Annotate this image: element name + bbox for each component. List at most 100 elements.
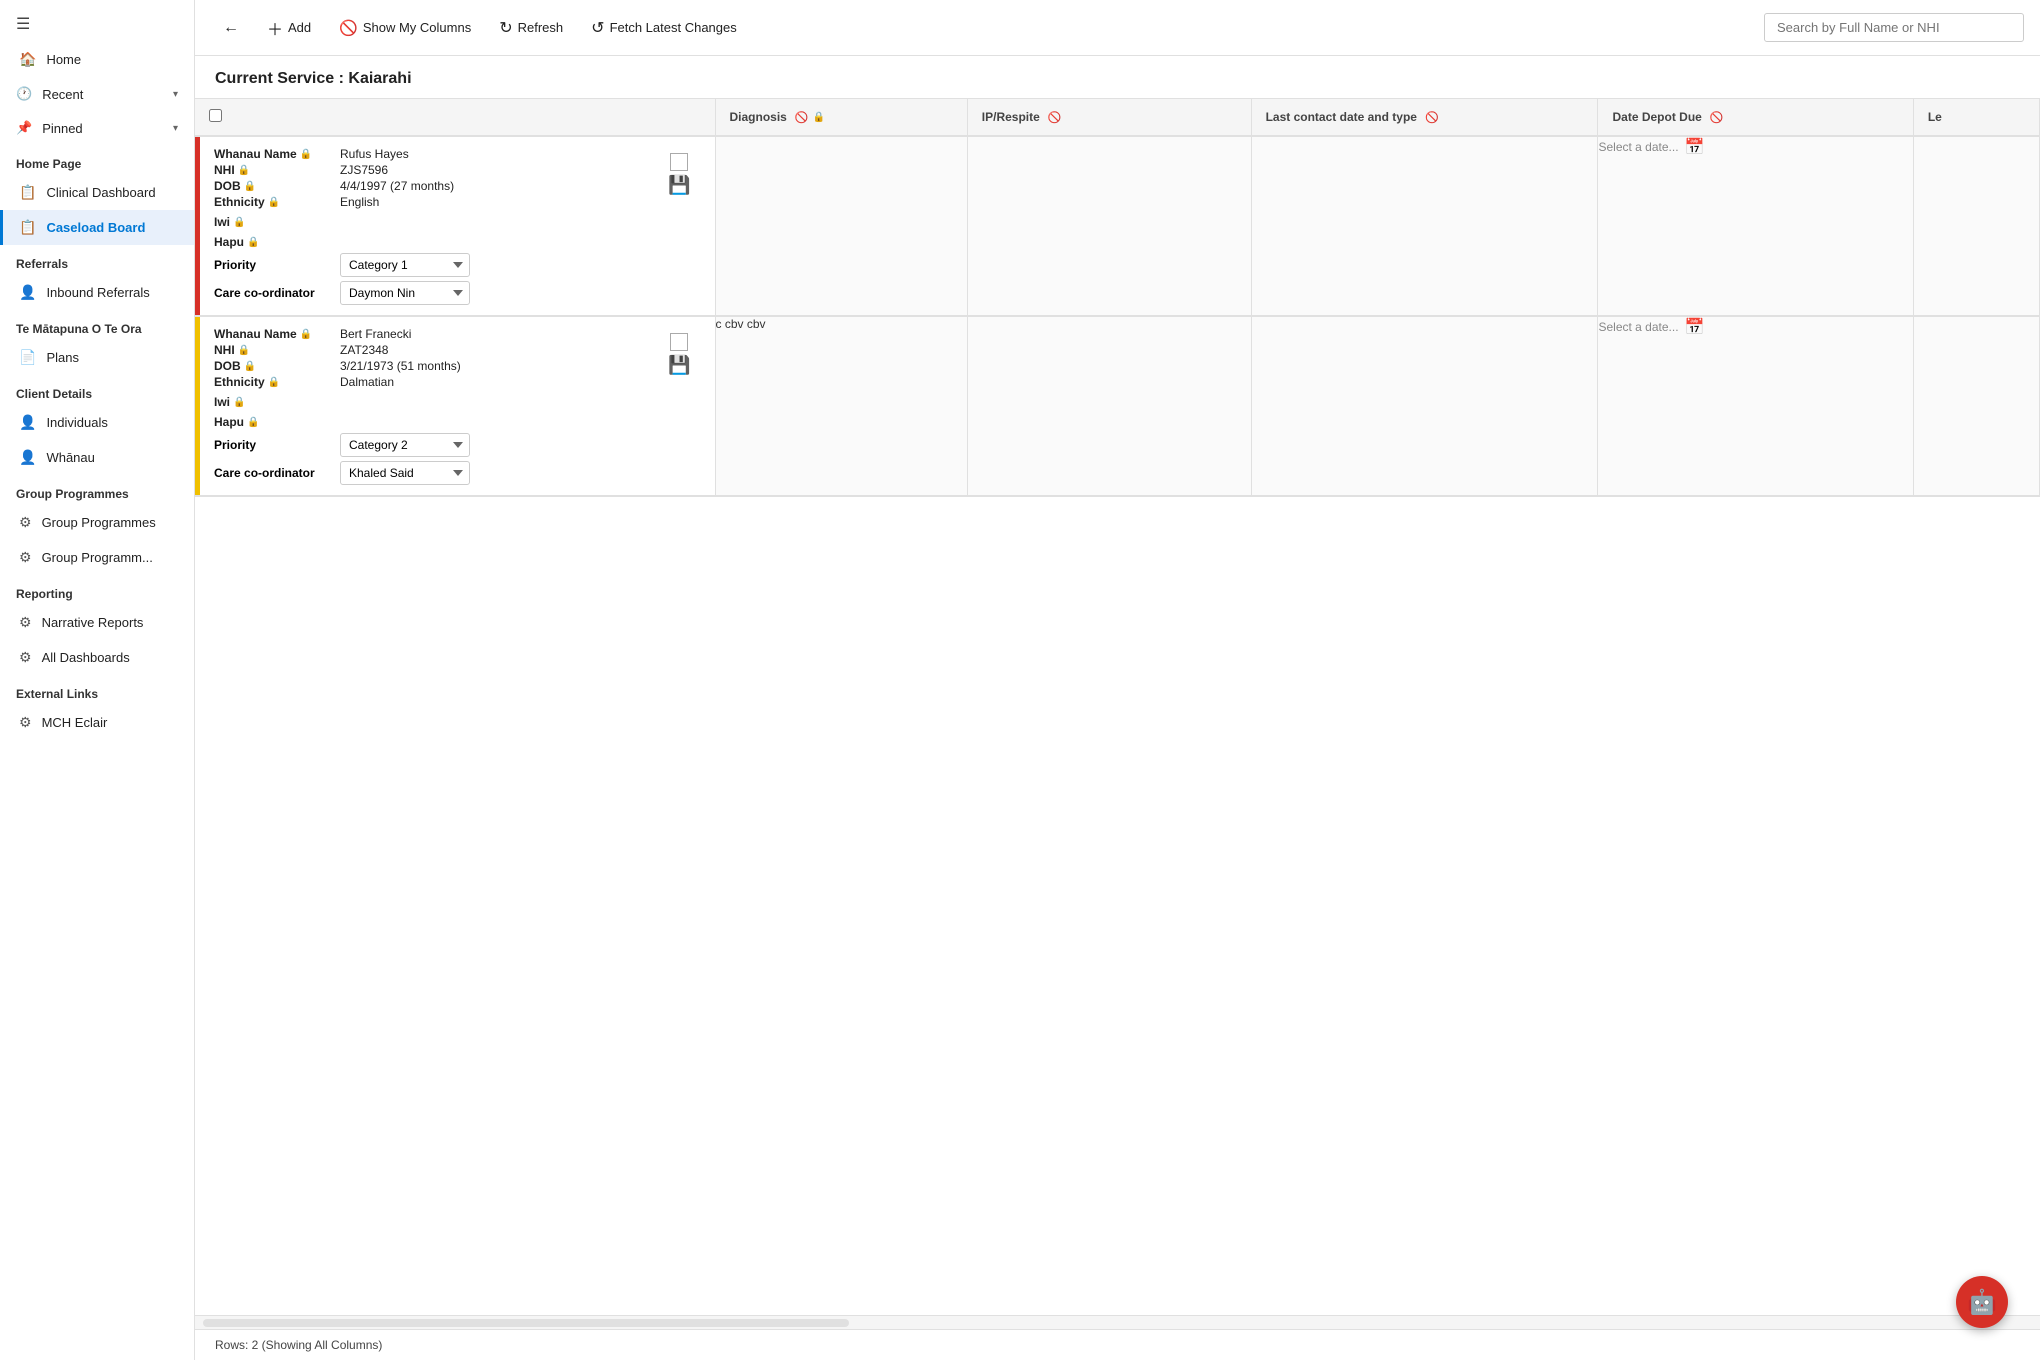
ip-respite-cell-2 [967,316,1251,496]
sidebar-item-all-dashboards[interactable]: ⚙ All Dashboards [0,640,194,675]
section-label-group-programmes: Group Programmes [0,475,194,505]
main-content: ← ＋ Add 🚫 Show My Columns ↻ Refresh ↺ Fe… [195,0,2040,1360]
dob-label-1: DOB 🔒 [214,179,334,193]
th-ip-respite-label: IP/Respite [982,110,1040,124]
hide-date-depot-icon[interactable]: 🚫 [1710,111,1724,124]
sidebar-item-clinical-dashboard[interactable]: 📋 Clinical Dashboard [0,175,194,210]
rows-summary: Rows: 2 (Showing All Columns) [215,1338,382,1352]
data-table-wrapper[interactable]: Diagnosis 🚫 🔒 IP/Respite 🚫 [195,98,2040,1315]
sidebar-item-label: Group Programm... [42,550,153,565]
row-checkbox-1[interactable] [670,153,688,171]
sidebar-item-whanau[interactable]: 👤 Whānau [0,440,194,475]
recent-icon: 🕐 [16,86,32,102]
depot-due-cell-1[interactable]: Select a date... 📅 [1598,136,1913,316]
fetch-label: Fetch Latest Changes [610,20,737,35]
back-icon: ← [223,19,239,37]
content-area: Current Service : Kaiarahi Diagnosis 🚫 🔒 [195,56,2040,1360]
group-icon-2: ⚙ [19,549,32,566]
priority-select-1[interactable]: Category 1 Category 2 Category 3 [340,253,470,277]
sidebar-item-inbound-referrals[interactable]: 👤 Inbound Referrals [0,275,194,310]
hapu-label-2: Hapu 🔒 [214,415,334,429]
th-extra-label: Le [1928,110,1942,124]
footer-rows-summary: Rows: 2 (Showing All Columns) [195,1329,2040,1360]
sidebar-item-caseload-board[interactable]: 📋 Caseload Board [0,210,194,245]
depot-due-cell-2[interactable]: Select a date... 📅 [1598,316,1913,496]
chat-fab-button[interactable]: 🤖 [1956,1276,2008,1328]
th-extra: Le [1913,99,2039,136]
hide-diagnosis-icon[interactable]: 🚫 [795,111,809,124]
sidebar-item-group-programmes-2[interactable]: ⚙ Group Programm... [0,540,194,575]
show-columns-label: Show My Columns [363,20,471,35]
show-columns-button[interactable]: 🚫 Show My Columns [327,13,483,43]
ethnicity-label-2: Ethnicity 🔒 [214,375,334,389]
sidebar-item-narrative-reports[interactable]: ⚙ Narrative Reports [0,605,194,640]
care-coord-select-2[interactable]: Khaled Said [340,461,470,485]
nhi-label-1: NHI 🔒 [214,163,334,177]
calendar-icon-2[interactable]: 📅 [1685,317,1705,337]
nhi-value-1: ZJS7596 [340,163,388,177]
sidebar-item-label: MCH Eclair [42,715,108,730]
client-card-2: Whanau Name 🔒 Bert Franecki NHI 🔒 ZAT234… [195,317,715,495]
sidebar-item-individuals[interactable]: 👤 Individuals [0,405,194,440]
horizontal-scrollbar[interactable] [195,1315,2040,1329]
back-button[interactable]: ← [211,13,251,43]
section-label-client-details: Client Details [0,375,194,405]
th-diagnosis: Diagnosis 🚫 🔒 [715,99,967,136]
row-checkbox-2[interactable] [670,333,688,351]
th-date-depot-label: Date Depot Due [1612,110,1701,124]
sidebar-item-recent[interactable]: 🕐 Recent ▾ [0,77,194,111]
nhi-label-2: NHI 🔒 [214,343,334,357]
th-diagnosis-label: Diagnosis [730,110,787,124]
section-label-te-matapuna: Te Mātapuna O Te Ora [0,310,194,340]
refresh-button[interactable]: ↻ Refresh [487,12,575,44]
extra-cell-1 [1913,136,2039,316]
sidebar-item-mch-eclair[interactable]: ⚙ MCH Eclair [0,705,194,740]
save-icon-2[interactable]: 💾 [668,355,690,376]
nhi-value-2: ZAT2348 [340,343,388,357]
th-date-depot: Date Depot Due 🚫 [1598,99,1913,136]
sidebar-item-label: Individuals [46,415,107,430]
care-coord-label-1: Care co-ordinator [214,286,334,300]
calendar-icon-1[interactable]: 📅 [1685,137,1705,157]
sidebar-item-pinned[interactable]: 📌 Pinned ▾ [0,111,194,145]
care-coord-select-1[interactable]: Daymon Nin [340,281,470,305]
priority-select-2[interactable]: Category 1 Category 2 Category 3 [340,433,470,457]
sidebar-item-label: Narrative Reports [42,615,144,630]
sidebar-item-label: Pinned [42,121,82,136]
sidebar-item-label: Clinical Dashboard [46,185,155,200]
fetch-latest-button[interactable]: ↺ Fetch Latest Changes [579,12,749,44]
diagnosis-value-2: c cbv cbv [716,317,766,331]
hide-ip-respite-icon[interactable]: 🚫 [1048,111,1062,124]
sidebar-item-group-programmes-1[interactable]: ⚙ Group Programmes [0,505,194,540]
fetch-icon: ↺ [591,18,604,38]
dashboards-icon: ⚙ [19,649,32,666]
last-contact-cell-2 [1251,316,1598,496]
whanau-name-value-1: Rufus Hayes [340,147,409,161]
add-label: Add [288,20,311,35]
add-button[interactable]: ＋ Add [255,10,323,46]
sidebar-item-label: Caseload Board [46,220,145,235]
client-info-cell-1: Whanau Name 🔒 Rufus Hayes NHI 🔒 ZJS7596 [195,136,715,316]
whanau-name-value-2: Bert Franecki [340,327,411,341]
section-label-reporting: Reporting [0,575,194,605]
date-depot-placeholder-2: Select a date... [1598,320,1678,334]
dashboard-icon: 📋 [19,184,36,201]
hide-last-contact-icon[interactable]: 🚫 [1425,111,1439,124]
sidebar-item-home[interactable]: 🏠 Home [0,42,194,77]
extra-cell-2 [1913,316,2039,496]
search-input[interactable] [1764,13,2024,42]
section-label-external-links: External Links [0,675,194,705]
iwi-label-2: Iwi 🔒 [214,395,334,409]
save-icon-1[interactable]: 💾 [668,175,690,196]
chevron-down-icon: ▾ [173,89,178,100]
ip-respite-cell-1 [967,136,1251,316]
sidebar-hamburger[interactable]: ☰ [0,0,194,42]
home-icon: 🏠 [19,51,36,68]
scrollbar-thumb[interactable] [203,1319,849,1327]
select-all-checkbox[interactable] [209,109,222,122]
table-row: Whanau Name 🔒 Rufus Hayes NHI 🔒 ZJS7596 [195,136,2040,316]
sidebar-item-plans[interactable]: 📄 Plans [0,340,194,375]
iwi-label-1: Iwi 🔒 [214,215,334,229]
section-label-homepage: Home Page [0,145,194,175]
sidebar-item-label: All Dashboards [42,650,130,665]
